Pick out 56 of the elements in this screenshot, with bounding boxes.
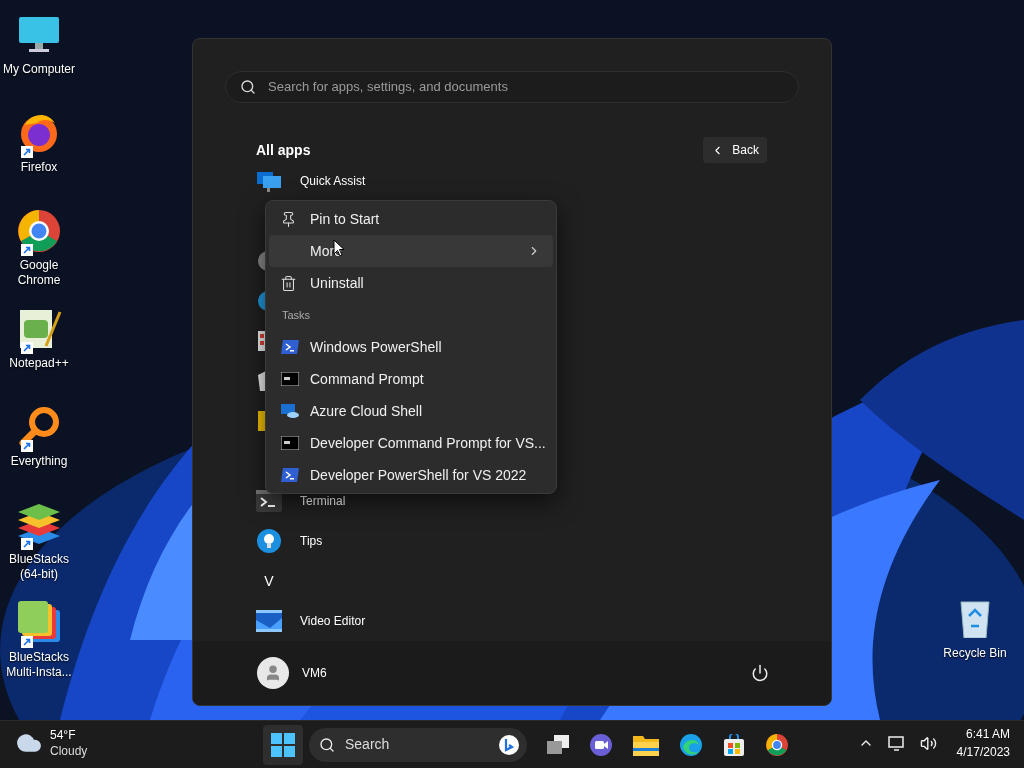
menu-item[interactable]: Developer Command Prompt for VS...	[269, 427, 553, 459]
app-icon	[281, 340, 299, 354]
desktop-icon-label: Firefox	[20, 160, 58, 175]
app-icon	[281, 404, 299, 418]
taskbar-search[interactable]: Search	[309, 727, 527, 762]
app-icon	[281, 436, 299, 450]
user-account[interactable]: VM6	[256, 657, 328, 689]
app-icon	[256, 529, 282, 553]
trash-icon	[280, 274, 297, 292]
app-list-item[interactable]: Quick Assist	[252, 161, 799, 201]
temperature: 54°F	[50, 727, 77, 743]
shopping-bag-icon[interactable]	[723, 733, 745, 756]
bing-icon	[499, 734, 519, 755]
weather-widget[interactable]: 54°F Cloudy	[16, 727, 88, 759]
windows-logo-icon[interactable]	[271, 732, 295, 757]
network-icon[interactable]	[887, 735, 906, 751]
desktop-app-icon[interactable]	[16, 208, 62, 254]
app-icon	[281, 372, 299, 386]
menu-item[interactable]: Command Prompt	[269, 363, 553, 395]
app-icon	[281, 468, 299, 482]
app-list-item[interactable]: Tips	[252, 521, 799, 561]
search-icon	[319, 736, 335, 753]
desktop-icon-label: BlueStacks Multi-Insta...	[5, 650, 73, 680]
recycle-bin-icon[interactable]	[957, 598, 993, 638]
section-heading: All apps	[256, 140, 311, 160]
back-button[interactable]: Back	[703, 137, 767, 163]
volume-icon[interactable]	[919, 734, 937, 752]
browser-wave-icon[interactable]	[679, 732, 703, 757]
video-chat-icon[interactable]	[589, 732, 613, 757]
section-label: Tasks	[282, 307, 311, 323]
desktop-icon-label: Recycle Bin	[943, 645, 1007, 662]
search-field[interactable]: Search for apps, settings, and documents	[225, 71, 799, 103]
menu-item[interactable]: Azure Cloud Shell	[269, 395, 553, 427]
app-icon	[256, 610, 282, 632]
app-list-item[interactable]: Video Editor	[252, 601, 799, 641]
desktop-icon-label: BlueStacks (64-bit)	[8, 552, 70, 582]
clock[interactable]: 6:41 AM 4/17/2023	[956, 725, 1010, 761]
menu-item[interactable]: Windows PowerShell	[269, 331, 553, 363]
chrome-icon[interactable]	[765, 732, 789, 757]
desktop-app-icon[interactable]	[17, 15, 61, 55]
folder-icon[interactable]	[633, 733, 659, 756]
desktop-icon-label: Google Chrome	[16, 258, 62, 288]
pin-icon	[280, 210, 297, 228]
letter-header[interactable]: V	[256, 570, 282, 592]
desktop-icon-label: My Computer	[3, 62, 75, 77]
menu-item[interactable]: Uninstall	[269, 267, 553, 299]
desktop-icon-label: Notepad++	[9, 356, 69, 371]
app-icon	[256, 170, 282, 192]
task-view-icon[interactable]	[547, 734, 569, 755]
power-icon[interactable]	[751, 664, 769, 682]
weather-condition: Cloudy	[50, 743, 88, 759]
menu-item[interactable]: Developer PowerShell for VS 2022	[269, 459, 553, 491]
avatar-icon	[257, 657, 289, 689]
desktop-icon-label: Everything	[10, 454, 68, 469]
menu-item[interactable]: Pin to Start	[269, 203, 553, 235]
search-icon	[240, 79, 256, 95]
